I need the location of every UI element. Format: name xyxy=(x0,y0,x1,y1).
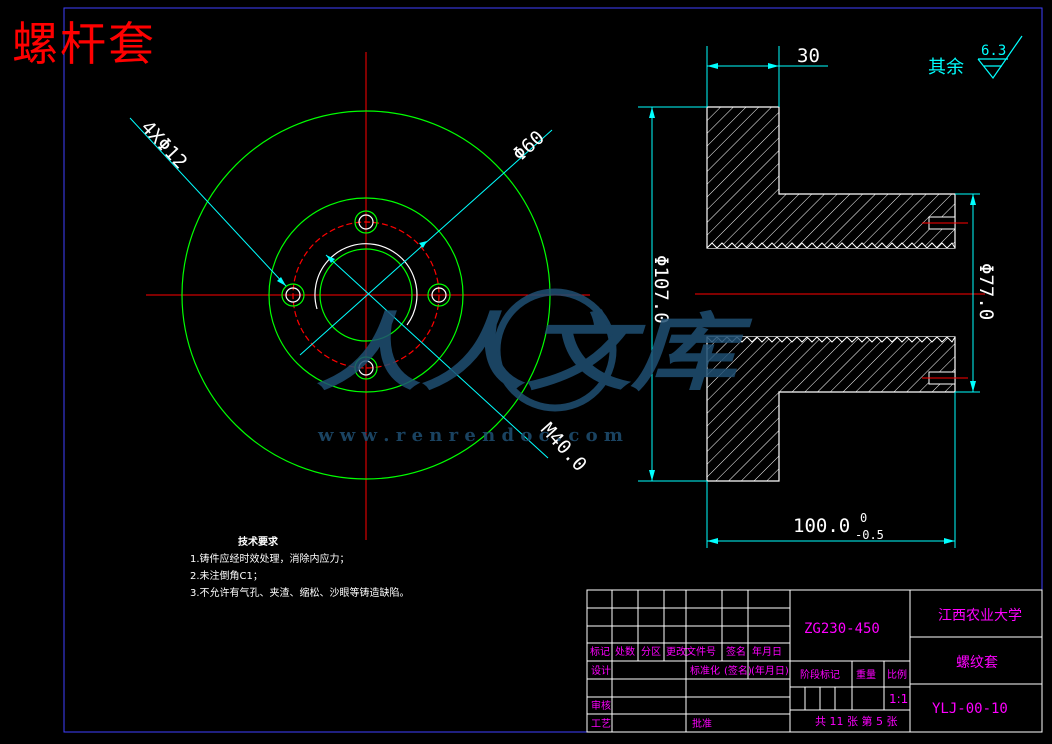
note-item: 2.未注倒角C1； xyxy=(190,571,263,582)
bolt-circle-dimension: Φ60 xyxy=(509,126,549,165)
tb-scale: 1:1 xyxy=(889,692,908,706)
roughness-value: 6.3 xyxy=(981,43,1006,59)
section-view: 30 Φ107.0 Φ77.0 100.0 0 -0.5 其余 6.3 xyxy=(638,35,1023,548)
tb-zone: 分区 xyxy=(641,646,661,658)
section-upper-hatch xyxy=(706,106,956,249)
drawing-title: 螺杆套 xyxy=(12,17,156,71)
tb-sheets: 共 11 张 第 5 张 xyxy=(815,714,897,728)
tb-standardize: 标准化 xyxy=(690,664,720,677)
arrow-len-left xyxy=(707,538,718,544)
length-tol-lower: -0.5 xyxy=(855,528,884,542)
tb-stage: 阶段标记 xyxy=(800,668,840,681)
arrow-od-top xyxy=(649,107,655,118)
arrow-30-left xyxy=(707,63,718,69)
tb-school: 江西农业大学 xyxy=(938,608,1022,624)
section-lower-hatch xyxy=(706,336,956,482)
arrow-id-bottom xyxy=(970,381,976,392)
note-item: 1.铸件应经时效处理，消除内应力； xyxy=(190,554,350,565)
tb-design: 设计 xyxy=(591,664,611,677)
tb-change-doc: 更改文件号 xyxy=(666,645,716,658)
width-dimension: 30 xyxy=(797,45,820,67)
tb-process: 工艺 xyxy=(591,718,611,730)
tb-count: 处数 xyxy=(615,645,635,658)
tb-sign: 签名 xyxy=(726,645,746,658)
length-dimension: 100.0 xyxy=(793,515,850,537)
inner-diameter-dimension: Φ77.0 xyxy=(975,263,997,320)
arrow-30-right xyxy=(768,63,779,69)
tb-date2: (年月日) xyxy=(751,664,789,677)
tb-weight: 重量 xyxy=(856,668,876,681)
arrow-id-top xyxy=(970,194,976,205)
length-tol-upper: 0 xyxy=(860,511,867,525)
tb-sign2: (签名) xyxy=(724,664,752,677)
roughness-label: 其余 xyxy=(928,57,964,78)
tb-ratio: 比例 xyxy=(887,668,907,681)
arrow-len-right xyxy=(944,538,955,544)
watermark: 人人文库 w w w . r e n r e n d o c . c o m xyxy=(316,288,753,446)
notes-heading: 技术要求 xyxy=(238,537,278,548)
note-item: 3.不允许有气孔、夹渣、缩松、沙眼等铸造缺陷。 xyxy=(190,588,410,599)
technical-notes: 技术要求 1.铸件应经时效处理，消除内应力； 2.未注倒角C1； 3.不允许有气… xyxy=(190,534,410,602)
tb-review: 审核 xyxy=(591,699,611,712)
drawing-canvas: 4XΦ12 Φ60 M40.0 30 Φ107.0 Φ77.0 100.0 0 … xyxy=(63,7,1043,733)
watermark-text: 人人文库 xyxy=(316,303,753,402)
tb-drawing-no: YLJ-00-10 xyxy=(932,701,1008,717)
watermark-url: w w w . r e n r e n d o c . c o m xyxy=(317,425,623,446)
holes-dimension: 4XΦ12 xyxy=(136,116,191,173)
tb-material: ZG230-450 xyxy=(804,621,880,637)
arrow-od-bottom xyxy=(649,470,655,481)
tb-approve: 批准 xyxy=(692,717,712,730)
front-view: 4XΦ12 Φ60 M40.0 xyxy=(129,52,591,540)
tb-part-name: 螺纹套 xyxy=(956,655,998,671)
tb-mark: 标记 xyxy=(590,646,610,658)
tb-date: 年月日 xyxy=(752,645,782,658)
